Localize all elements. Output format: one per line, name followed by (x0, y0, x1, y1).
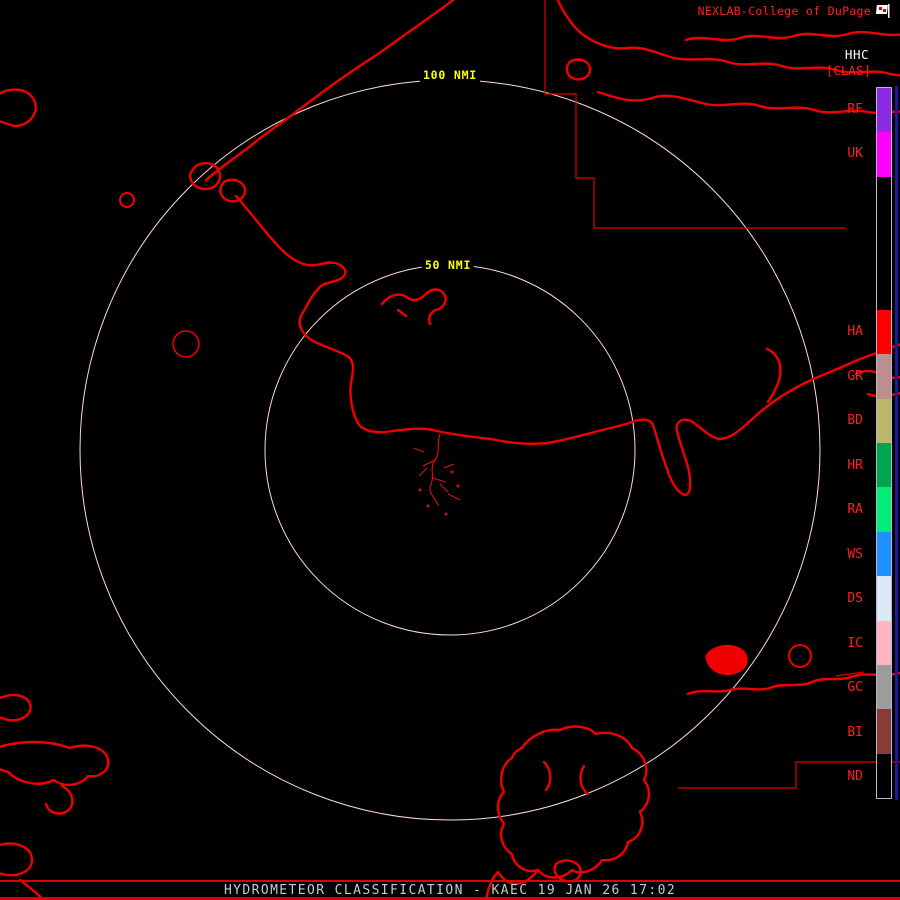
legend-seg-GC (877, 664, 891, 710)
legend-label-blank-3 (823, 221, 867, 266)
legend-label-RF: RF (847, 101, 863, 117)
legend-label-GR: GR (847, 368, 863, 384)
islet-solid (705, 644, 748, 676)
brand-text: NEXLAB-College of DuPage (697, 4, 871, 18)
legend-seg-WS (877, 531, 891, 577)
legend-seg-BD (877, 398, 891, 443)
legend-seg-HR (877, 443, 891, 488)
island-bottom (496, 725, 651, 879)
footer-divider-top (0, 880, 900, 882)
range-rings (79, 79, 821, 821)
legend-label-IC: IC (847, 635, 863, 651)
product-mode: [CLAS] (825, 63, 871, 78)
brand: NEXLAB-College of DuPage (698, 4, 891, 18)
radar-map (0, 0, 900, 900)
legend-label-blank-4 (823, 265, 867, 310)
legend-seg-UK (877, 132, 891, 177)
legend-bar (876, 87, 892, 799)
legend-seg-IC (877, 620, 891, 665)
legend-label-blank-2 (823, 176, 867, 221)
legend-seg-RA (877, 487, 891, 532)
legend-label-HA: HA (847, 324, 863, 340)
legend-seg-GR (877, 354, 891, 399)
legend-seg-HA (877, 309, 891, 355)
range-label-100nmi: 100 NMI (419, 68, 481, 82)
product-code: HHC (844, 47, 869, 62)
range-ring-100 (79, 79, 821, 821)
radar-screen: 100 NMI 50 NMI NEXLAB-College of DuPage … (0, 0, 900, 900)
island-cluster (413, 433, 461, 516)
legend-labels: RF UK HA GR BD HR RA WS DS IC GC BI ND (823, 87, 867, 799)
legend-seg-ND (877, 753, 891, 798)
legend-seg-DS (877, 576, 891, 621)
product-title: HYDROMETEOR CLASSIFICATION - KAEC 19 JAN… (223, 883, 677, 898)
legend-label-RA: RA (847, 502, 863, 518)
legend-seg-blank-2 (877, 176, 891, 222)
coastlines (0, 0, 900, 900)
legend-seg-blank-3 (877, 221, 891, 266)
legend-seg-BI (877, 709, 891, 754)
legend-label-DS: DS (847, 591, 863, 607)
legend-label-HR: HR (847, 457, 863, 473)
legend-label-WS: WS (847, 546, 863, 562)
legend-seg-RF (877, 88, 891, 133)
legend-label-BD: BD (847, 413, 863, 429)
legend-seg-blank-4 (877, 265, 891, 310)
brand-icon (876, 4, 890, 18)
legend-label-UK: UK (847, 146, 863, 162)
legend-label-ND: ND (847, 769, 863, 785)
range-label-50nmi: 50 NMI (421, 258, 475, 272)
coast-arc (204, 0, 456, 182)
coast-main (234, 194, 900, 497)
legend-edge-line (895, 86, 898, 800)
legend-label-GC: GC (847, 680, 863, 696)
legend-label-BI: BI (847, 724, 863, 740)
range-ring-50 (264, 264, 636, 636)
